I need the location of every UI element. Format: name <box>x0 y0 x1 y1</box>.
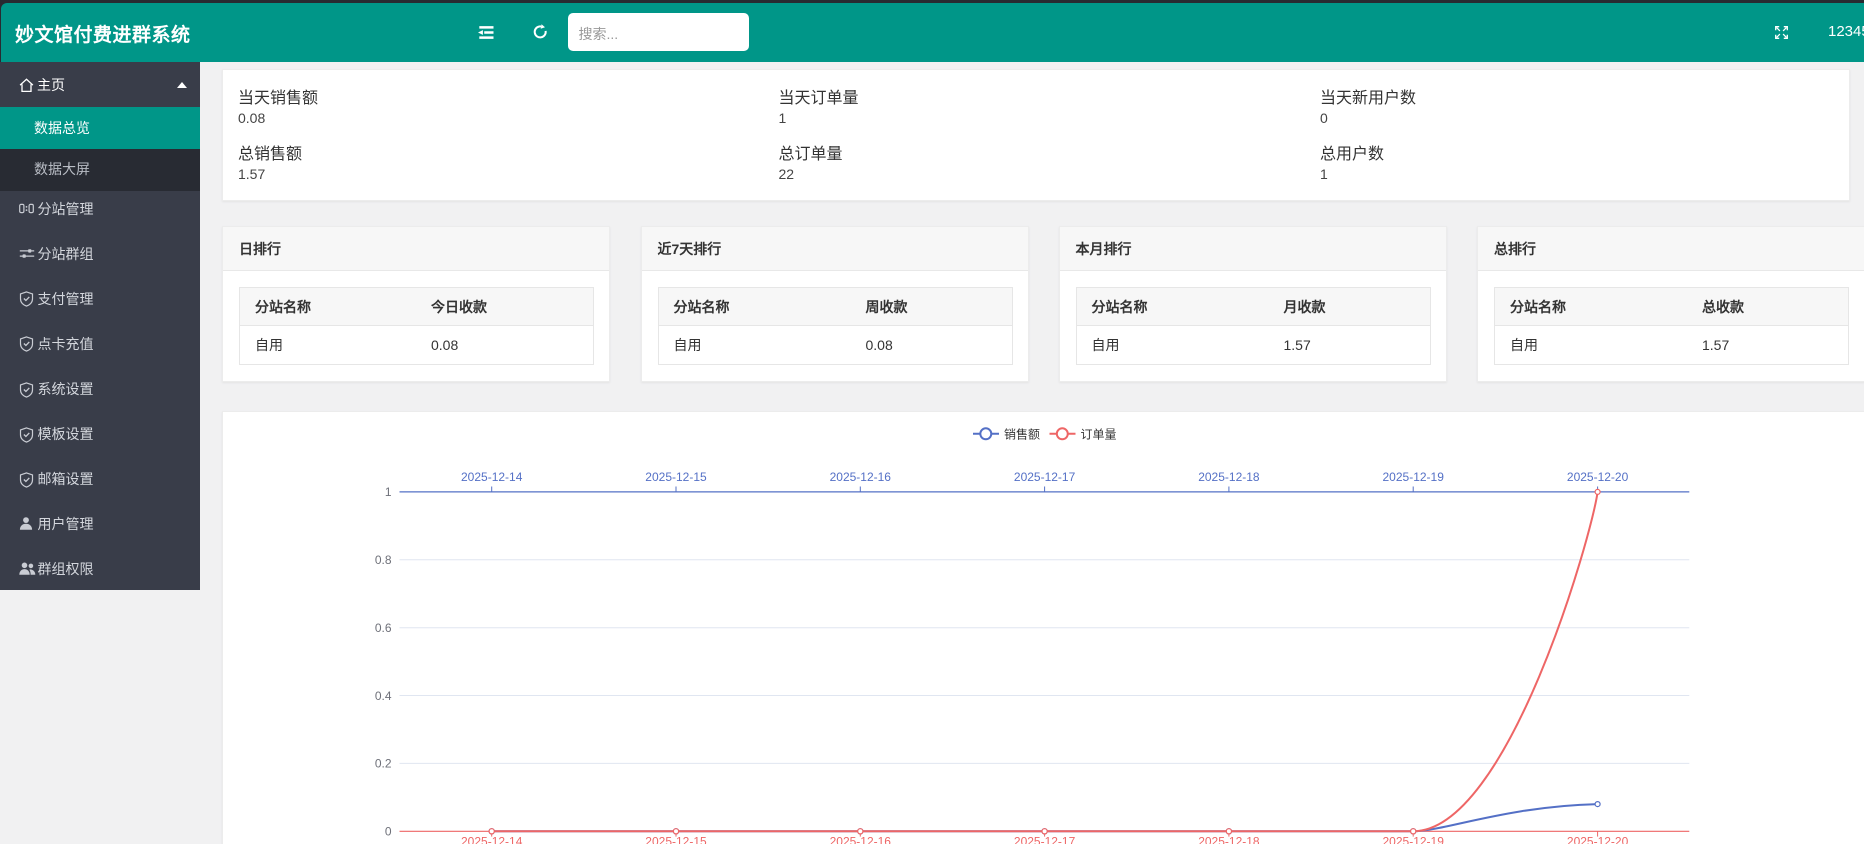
svg-text:订单量: 订单量 <box>1081 427 1117 441</box>
svg-text:2025-12-17: 2025-12-17 <box>1014 470 1076 484</box>
svg-text:0: 0 <box>385 825 392 839</box>
svg-text:2025-12-17: 2025-12-17 <box>1014 834 1076 844</box>
svg-text:2025-12-19: 2025-12-19 <box>1383 834 1445 844</box>
svg-text:2025-12-19: 2025-12-19 <box>1383 470 1445 484</box>
svg-text:2025-12-20: 2025-12-20 <box>1567 834 1629 844</box>
svg-text:2025-12-14: 2025-12-14 <box>461 834 523 844</box>
svg-text:1: 1 <box>385 485 392 499</box>
svg-text:2025-12-18: 2025-12-18 <box>1198 834 1260 844</box>
svg-text:2025-12-20: 2025-12-20 <box>1567 470 1629 484</box>
svg-text:2025-12-15: 2025-12-15 <box>645 834 707 844</box>
svg-text:2025-12-16: 2025-12-16 <box>830 834 892 844</box>
svg-text:销售额: 销售额 <box>1004 426 1040 441</box>
svg-text:0.6: 0.6 <box>375 621 392 635</box>
svg-text:2025-12-15: 2025-12-15 <box>645 470 707 484</box>
svg-text:0.8: 0.8 <box>375 553 392 567</box>
svg-text:2025-12-14: 2025-12-14 <box>461 470 523 484</box>
svg-text:0.2: 0.2 <box>375 757 392 771</box>
svg-text:2025-12-18: 2025-12-18 <box>1198 470 1260 484</box>
svg-text:0.4: 0.4 <box>375 689 392 703</box>
svg-text:2025-12-16: 2025-12-16 <box>830 470 892 484</box>
